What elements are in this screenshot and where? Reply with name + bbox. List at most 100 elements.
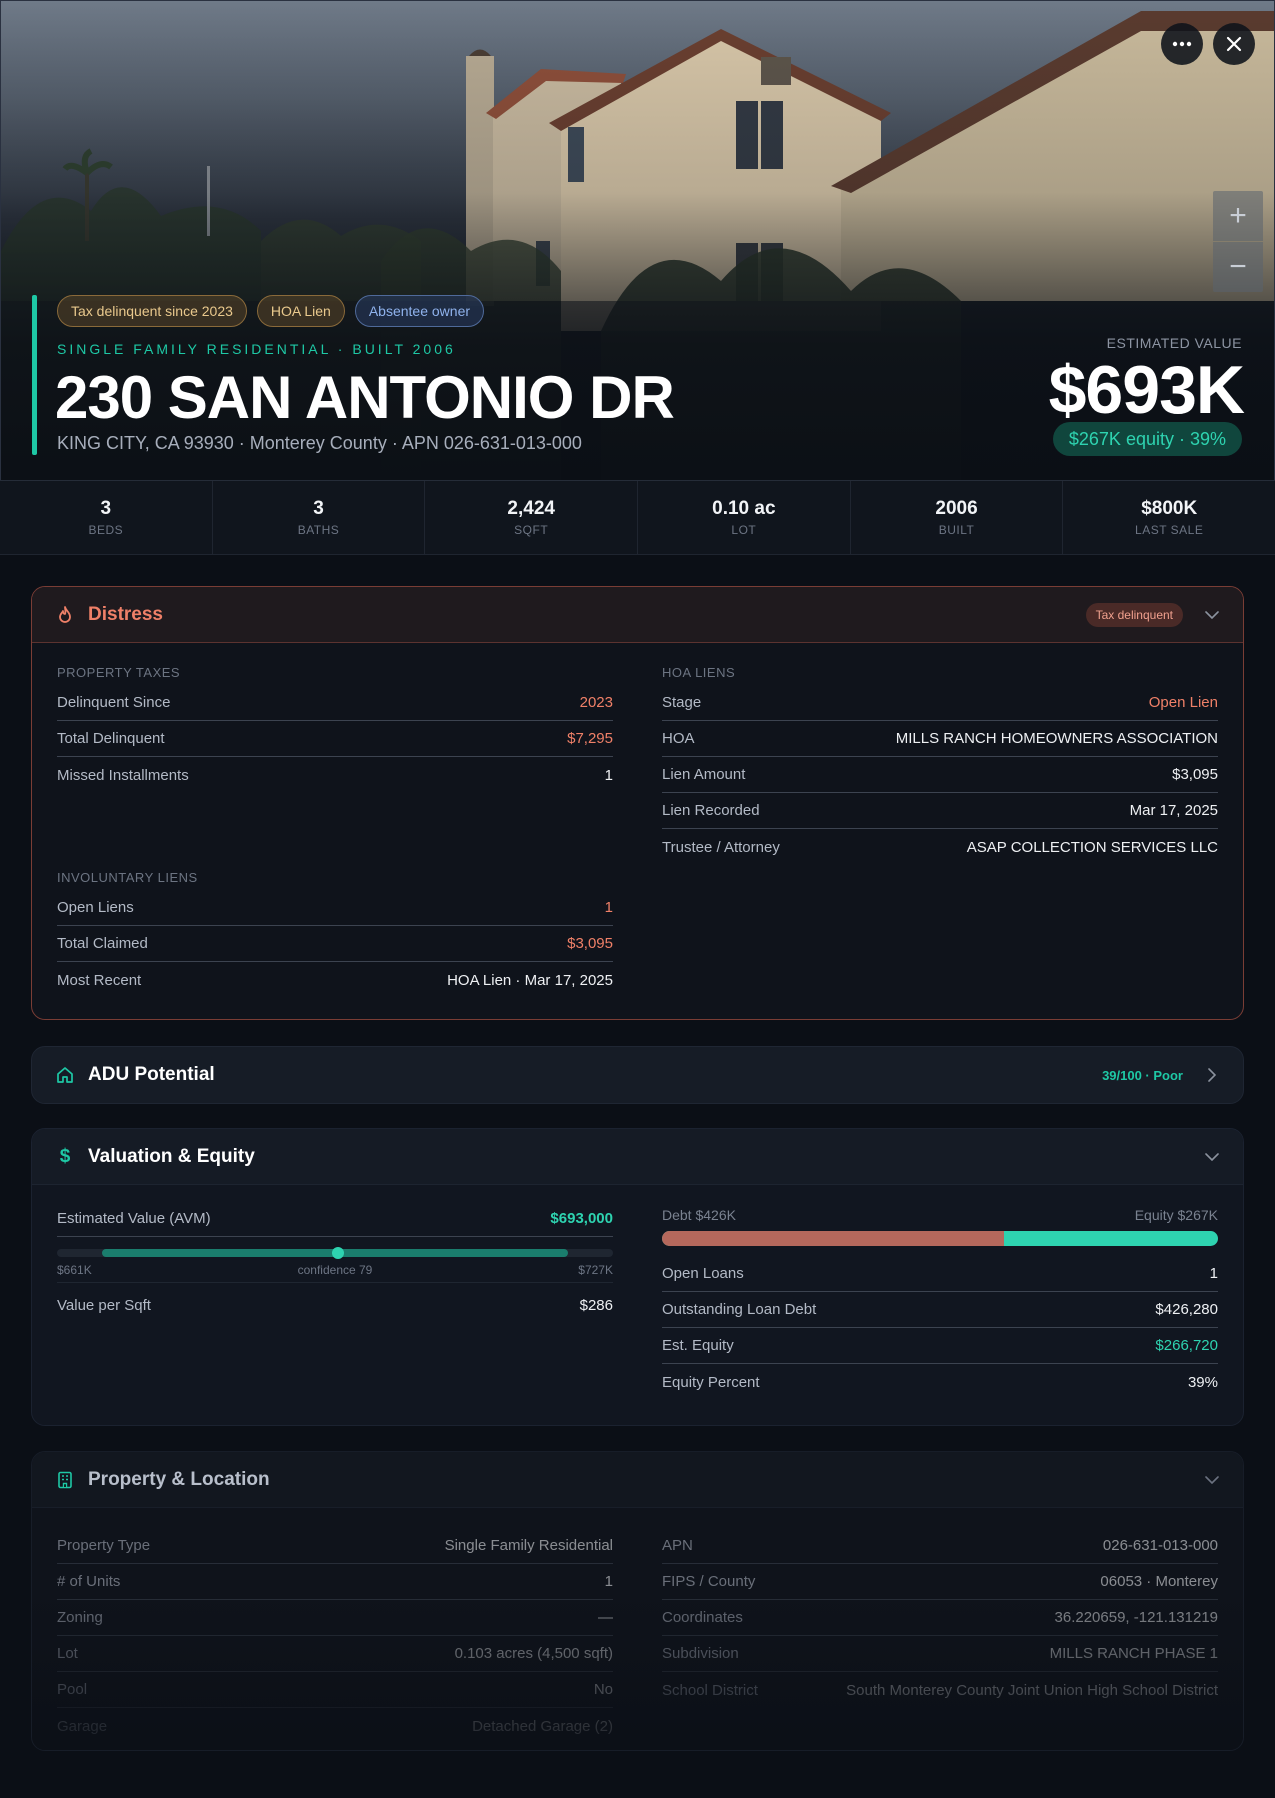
section-label: PROPERTY TAXES bbox=[57, 665, 181, 680]
distress-header[interactable]: Distress Tax delinquent bbox=[32, 587, 1243, 643]
avm-low: $661K bbox=[57, 1263, 92, 1277]
distress-title: Distress bbox=[88, 603, 163, 625]
list-item: Most Recent HOA Lien · Mar 17, 2025 bbox=[57, 962, 613, 998]
row-key: Total Claimed bbox=[57, 935, 148, 952]
list-item: Property Type Single Family Residential bbox=[57, 1528, 613, 1564]
property-hero: + − Tax delinquent since 2023 HOA Lien A… bbox=[0, 0, 1275, 480]
row-key: APN bbox=[662, 1537, 693, 1554]
row-key: Delinquent Since bbox=[57, 694, 171, 711]
list-item: Outstanding Loan Debt $426,280 bbox=[662, 1292, 1218, 1328]
estimated-value-label: ESTIMATED VALUE bbox=[1106, 335, 1242, 351]
stat-built: 2006 BUILT bbox=[851, 481, 1064, 554]
row-value: 36.220659, -121.131219 bbox=[1054, 1609, 1218, 1626]
row-value: 2023 bbox=[579, 694, 613, 711]
avm-confidence: confidence 79 bbox=[297, 1263, 373, 1277]
row-value: 026-631-013-000 bbox=[1102, 1537, 1218, 1554]
row-key: Subdivision bbox=[662, 1645, 739, 1662]
property-title: Property & Location bbox=[88, 1468, 270, 1490]
row-value: $426,280 bbox=[1155, 1301, 1218, 1318]
hoa-lien-tag[interactable]: HOA Lien bbox=[256, 295, 345, 327]
row-value: No bbox=[593, 1681, 613, 1698]
stat-value: 0.10 ac bbox=[712, 498, 776, 519]
section-label: HOA LIENS bbox=[662, 665, 736, 680]
row-key: School District bbox=[662, 1681, 758, 1699]
avm-high: $727K bbox=[578, 1263, 613, 1277]
property-tags: Tax delinquent since 2023 HOA Lien Absen… bbox=[57, 295, 485, 327]
chevron-right-icon[interactable] bbox=[1205, 1068, 1219, 1082]
valuation-header[interactable]: $ Valuation & Equity bbox=[32, 1129, 1243, 1185]
list-item: Lot 0.103 acres (4,500 sqft) bbox=[57, 1636, 613, 1672]
list-item: HOA MILLS RANCH HOMEOWNERS ASSOCIATION bbox=[662, 721, 1218, 757]
zoom-out-button[interactable]: − bbox=[1213, 242, 1263, 292]
row-key: # of Units bbox=[57, 1573, 121, 1590]
property-subtype: SINGLE FAMILY RESIDENTIAL · BUILT 2006 bbox=[57, 341, 456, 357]
building-icon bbox=[56, 1471, 74, 1489]
row-value: 1 bbox=[1209, 1265, 1218, 1282]
tax-delinquent-badge: Tax delinquent bbox=[1085, 603, 1183, 627]
adu-score: 39/100 · Poor bbox=[1102, 1067, 1183, 1083]
row-value: Detached Garage (2) bbox=[472, 1717, 613, 1735]
dollar-icon: $ bbox=[59, 1145, 71, 1167]
hoa-liens-section: HOA LIENS Stage Open Lien HOA MILLS RANC… bbox=[662, 665, 1218, 865]
close-button[interactable] bbox=[1213, 23, 1255, 65]
valuation-title: Valuation & Equity bbox=[88, 1145, 255, 1167]
zoom-in-button[interactable]: + bbox=[1213, 191, 1263, 241]
stat-label: BUILT bbox=[938, 523, 975, 537]
row-value: ASAP COLLECTION SERVICES LLC bbox=[966, 838, 1218, 856]
list-item: Open Liens 1 bbox=[57, 890, 613, 926]
more-icon bbox=[1172, 41, 1192, 47]
section-label: INVOLUNTARY LIENS bbox=[57, 870, 198, 885]
row-value: 0.103 acres (4,500 sqft) bbox=[454, 1645, 613, 1662]
estimated-value: $693K bbox=[1048, 352, 1245, 428]
list-item: Equity Percent 39% bbox=[662, 1364, 1218, 1400]
row-key: Value per Sqft bbox=[57, 1296, 151, 1314]
list-item: Open Loans 1 bbox=[662, 1256, 1218, 1292]
minus-icon: − bbox=[1229, 250, 1247, 283]
list-item: # of Units 1 bbox=[57, 1564, 613, 1600]
stat-label: SQFT bbox=[514, 523, 549, 537]
row-key: Property Type bbox=[57, 1537, 151, 1554]
list-item: School District South Monterey County Jo… bbox=[662, 1672, 1218, 1708]
distress-card: Distress Tax delinquent PROPERTY TAXES D… bbox=[31, 586, 1244, 1020]
tax-delinquent-tag[interactable]: Tax delinquent since 2023 bbox=[57, 295, 247, 327]
stat-lot: 0.10 ac LOT bbox=[638, 481, 851, 554]
property-location: KING CITY, CA 93930 · Monterey County · … bbox=[57, 433, 582, 453]
chevron-down-icon[interactable] bbox=[1205, 608, 1219, 622]
row-key: Zoning bbox=[57, 1609, 103, 1626]
row-value: MILLS RANCH HOMEOWNERS ASSOCIATION bbox=[895, 730, 1218, 747]
list-item: FIPS / County 06053 · Monterey bbox=[662, 1564, 1218, 1600]
stat-last-sale: $800K LAST SALE bbox=[1063, 481, 1275, 554]
list-item: Est. Equity $266,720 bbox=[662, 1328, 1218, 1364]
row-key: Est. Equity bbox=[662, 1337, 734, 1354]
property-header[interactable]: Property & Location bbox=[32, 1452, 1243, 1508]
stat-beds: 3 BEDS bbox=[0, 481, 213, 554]
row-key: Equity Percent bbox=[662, 1373, 760, 1391]
debt-equity-labels: Debt $426K Equity $267K bbox=[662, 1207, 1218, 1227]
chevron-down-icon[interactable] bbox=[1205, 1150, 1219, 1164]
debt-equity-section: Debt $426K Equity $267K Open Loans 1 Out… bbox=[662, 1207, 1218, 1400]
debt-equity-bar bbox=[662, 1231, 1218, 1246]
row-key: Trustee / Attorney bbox=[662, 838, 780, 856]
absentee-owner-tag[interactable]: Absentee owner bbox=[354, 295, 485, 327]
debt-label: Debt $426K bbox=[662, 1207, 736, 1223]
list-item: Lien Recorded Mar 17, 2025 bbox=[662, 793, 1218, 829]
list-item: Delinquent Since 2023 bbox=[57, 685, 613, 721]
row-key: Lot bbox=[57, 1645, 78, 1662]
row-key: FIPS / County bbox=[662, 1573, 756, 1590]
more-options-button[interactable] bbox=[1161, 23, 1203, 65]
property-stats: 3 BEDS 3 BATHS 2,424 SQFT 0.10 ac LOT 20… bbox=[0, 480, 1275, 555]
valuation-equity-card: $ Valuation & Equity Estimated Value (AV… bbox=[31, 1128, 1244, 1426]
close-icon bbox=[1226, 36, 1242, 52]
row-key: Most Recent bbox=[57, 971, 142, 989]
avm-label: Estimated Value (AVM) bbox=[57, 1210, 211, 1227]
avm-value: $693,000 bbox=[550, 1210, 613, 1227]
row-value: $286 bbox=[579, 1296, 613, 1314]
adu-potential-card[interactable]: ADU Potential 39/100 · Poor bbox=[31, 1046, 1244, 1104]
stat-label: LAST SALE bbox=[1135, 523, 1204, 537]
flame-icon bbox=[56, 605, 74, 624]
stat-value: 3 bbox=[313, 498, 324, 519]
chevron-down-icon[interactable] bbox=[1205, 1473, 1219, 1487]
equity-label: Equity $267K bbox=[1134, 1207, 1218, 1223]
adu-header[interactable]: ADU Potential 39/100 · Poor bbox=[32, 1047, 1243, 1103]
property-left-column: Property Type Single Family Residential … bbox=[57, 1528, 613, 1744]
